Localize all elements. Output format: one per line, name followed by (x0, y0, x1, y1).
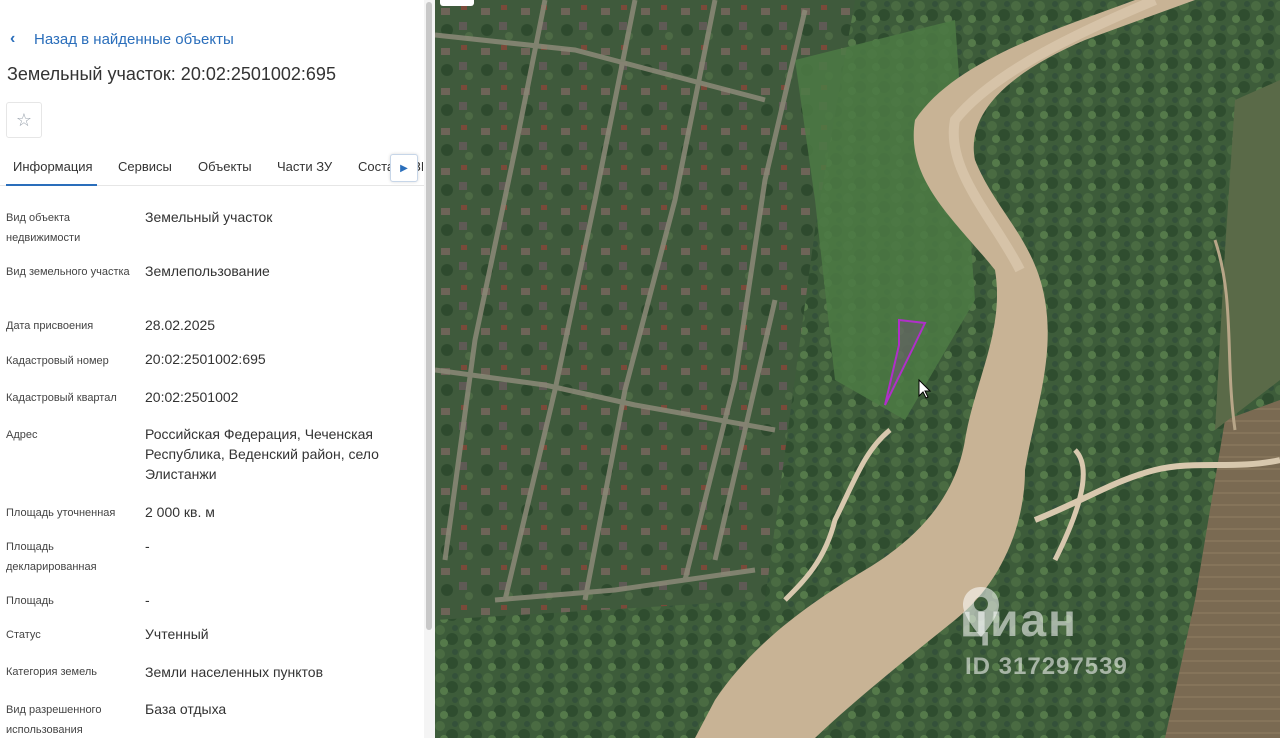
info-value: Российская Федерация, Чеченская Республи… (145, 426, 379, 482)
back-link-label: Назад в найденные объекты (34, 30, 234, 48)
info-label: Вид объекта недвижимости (6, 212, 81, 244)
triangle-right-icon: ▶ (400, 162, 408, 174)
info-value: 20:02:2501002:695 (145, 351, 266, 367)
satellite-map[interactable]: циан ID 317297539 (435, 0, 1280, 738)
tab-objects[interactable]: Объекты (198, 148, 252, 186)
back-to-results-link[interactable]: ‹ Назад в найденные объекты (10, 28, 234, 50)
info-value: Землепользование (145, 263, 270, 279)
info-panel: ‹ Назад в найденные объекты Земельный уч… (0, 0, 435, 738)
location-pin-icon (963, 587, 999, 637)
info-value: 28.02.2025 (145, 317, 216, 333)
info-label: Статус (6, 629, 41, 641)
star-outline-icon: ☆ (15, 109, 33, 130)
info-label: Кадастровый квартал (6, 392, 117, 404)
tab-bar: Информация Сервисы Объекты Части ЗУ Сост… (0, 148, 424, 186)
page-title: Земельный участок: 20:02:2501002:695 (7, 64, 336, 84)
info-value: Учтенный (145, 626, 209, 642)
info-value: Земли населенных пунктов (145, 664, 324, 680)
info-label: Вид земельного участка (6, 266, 130, 278)
tab-objects-label: Объекты (198, 159, 252, 174)
favorite-button[interactable]: ☆ (6, 102, 42, 138)
info-label: Площадь декларированная (6, 541, 97, 573)
info-label: Дата присвоения (6, 320, 94, 332)
info-label: Площадь уточненная (6, 507, 116, 519)
listing-id: ID 317297539 (965, 653, 1128, 680)
info-value: - (145, 592, 150, 608)
map-control[interactable] (440, 0, 474, 6)
tab-parts[interactable]: Части ЗУ (277, 148, 332, 186)
tab-services-label: Сервисы (118, 159, 172, 174)
chevron-left-icon: ‹ (10, 30, 16, 47)
tab-info-label: Информация (13, 159, 93, 174)
info-label: Площадь (6, 595, 54, 607)
info-label: Категория земель (6, 666, 97, 678)
info-label: Вид разрешенного использования (6, 704, 102, 736)
tab-services[interactable]: Сервисы (118, 148, 172, 186)
tab-parts-label: Части ЗУ (277, 159, 333, 174)
info-value: 20:02:2501002 (145, 389, 239, 405)
info-value: 2 000 кв. м (145, 504, 215, 520)
cian-logo: циан (960, 585, 1160, 655)
tabs-scroll-right-button[interactable]: ▶ (390, 154, 418, 182)
info-value: База отдыха (145, 701, 227, 717)
info-label: Кадастровый номер (6, 355, 109, 367)
info-value: Земельный участок (145, 209, 273, 225)
info-label: Адрес (6, 429, 38, 441)
panel-scrollbar-thumb[interactable] (426, 2, 432, 630)
info-value: - (145, 538, 150, 554)
tab-info[interactable]: Информация (6, 148, 97, 186)
